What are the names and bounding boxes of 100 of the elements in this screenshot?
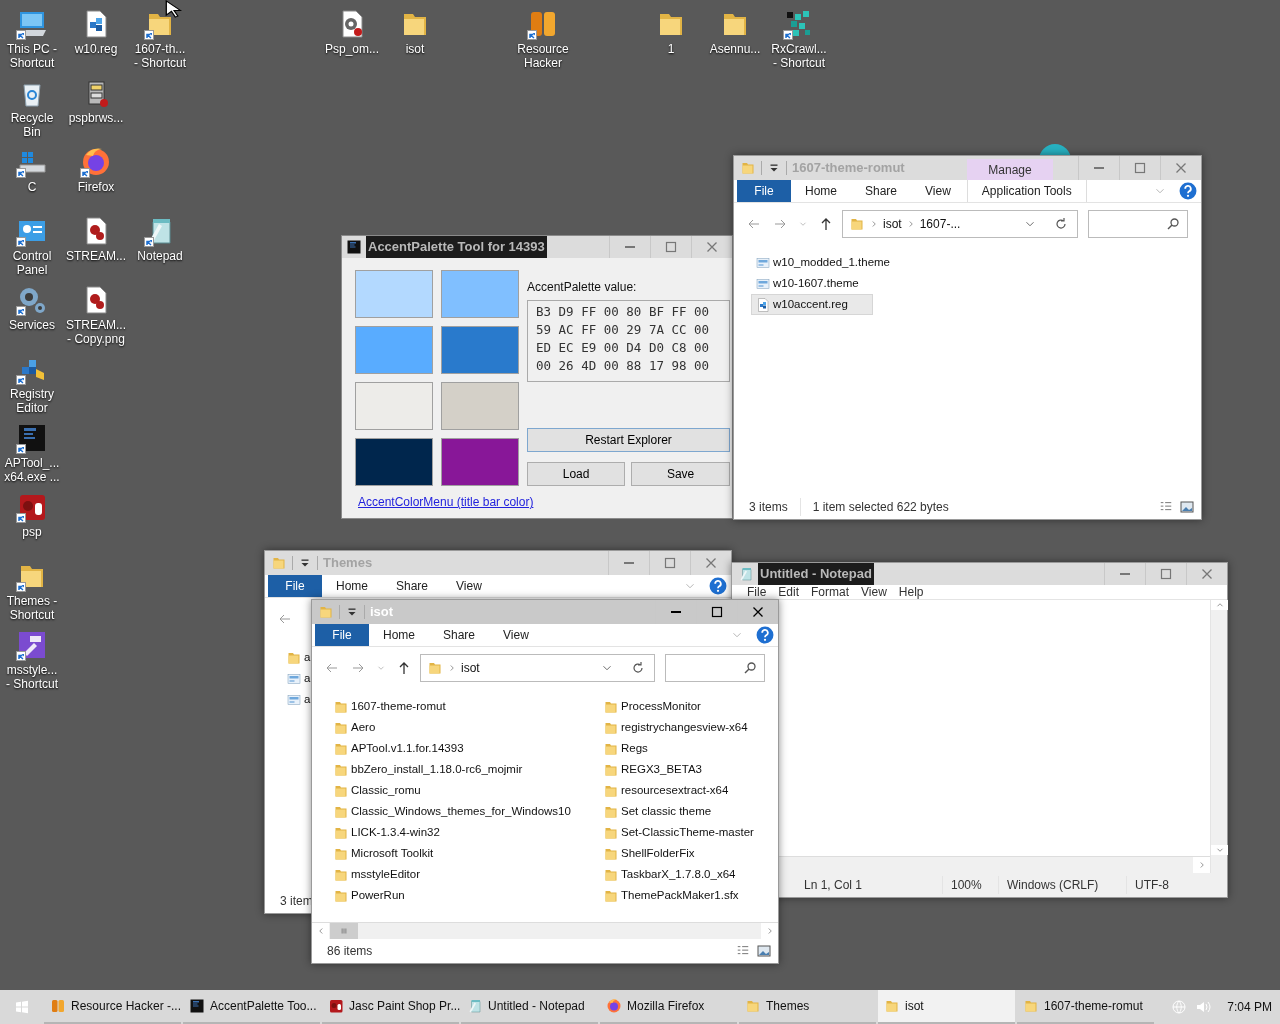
- file-name: Microsoft Toolkit: [351, 845, 434, 861]
- explorer-entry[interactable]: Microsoft Toolkit: [329, 843, 435, 864]
- explorer-entry[interactable]: w10accent.reg: [751, 294, 873, 315]
- taskbar-button[interactable]: Resource Hacker -...: [44, 990, 181, 1024]
- restart-explorer-button[interactable]: Restart Explorer: [527, 428, 730, 452]
- explorer-entry[interactable]: ProcessMonitor: [599, 696, 702, 717]
- ribbon-tab[interactable]: Share: [851, 180, 912, 202]
- explorer-entry[interactable]: a: [282, 647, 312, 668]
- file-name: LICK-1.3.4-win32: [351, 824, 440, 840]
- menu-item[interactable]: Format: [805, 585, 856, 599]
- file-name: Set-ClassicTheme-master: [621, 824, 754, 840]
- menu-item[interactable]: File: [741, 585, 773, 599]
- color-swatch[interactable]: [355, 438, 433, 486]
- menu-item[interactable]: Help: [892, 585, 930, 599]
- search-field[interactable]: [1088, 209, 1188, 238]
- taskbar-button[interactable]: Jasc Paint Shop Pr...: [322, 990, 459, 1024]
- explorer-entry[interactable]: Classic_Windows_themes_for_Windows10: [329, 801, 572, 822]
- explorer-entry[interactable]: LICK-1.3.4-win32: [329, 822, 441, 843]
- explorer-entry[interactable]: ShellFolderFix: [599, 843, 696, 864]
- search-icon: [1165, 215, 1181, 232]
- load-button[interactable]: Load: [527, 462, 626, 486]
- scroll-up-button[interactable]: [1211, 600, 1228, 610]
- file-tab[interactable]: File: [737, 180, 791, 202]
- ribbon-tab[interactable]: Share: [429, 624, 490, 646]
- file-name: 1607-theme-romut: [351, 698, 446, 714]
- thumbnails-view-icon[interactable]: [1179, 499, 1195, 515]
- save-button[interactable]: Save: [631, 462, 730, 486]
- breadcrumb[interactable]: 1607-...: [919, 214, 961, 233]
- explorer-entry[interactable]: ThemePackMaker1.sfx: [599, 885, 740, 906]
- explorer-entry[interactable]: Set-ClassicTheme-master: [599, 822, 755, 843]
- help-icon[interactable]: [709, 577, 727, 595]
- help-icon[interactable]: [1179, 182, 1197, 200]
- ribbon-tab[interactable]: Home: [322, 575, 382, 597]
- explorer-entry[interactable]: resourcesextract-x64: [599, 780, 730, 801]
- taskbar-button[interactable]: isot: [878, 990, 1015, 1024]
- value-label: AccentPalette value:: [527, 279, 638, 296]
- scrollbar-thumb[interactable]: [330, 923, 358, 939]
- explorer-entry[interactable]: REGX3_BETA3: [599, 759, 703, 780]
- menu-item[interactable]: View: [855, 585, 893, 599]
- browser-icon[interactable]: [80, 146, 112, 178]
- accent-color-menu-link[interactable]: AccentColorMenu (title bar color): [358, 495, 534, 509]
- address-bar[interactable]: isot 1607-...: [842, 209, 1078, 238]
- color-swatch[interactable]: [441, 438, 519, 486]
- color-swatch[interactable]: [441, 270, 519, 318]
- explorer-entry[interactable]: PowerRun: [329, 885, 406, 906]
- console-icon[interactable]: [16, 422, 48, 454]
- refresh-icon[interactable]: [1053, 215, 1069, 232]
- thumbnails-view-icon[interactable]: [756, 943, 772, 959]
- explorer-entry[interactable]: Regs: [599, 738, 649, 759]
- hex-value-box[interactable]: B3 D9 FF 00 80 BF FF 00 59 AC FF 00 29 7A CC 00 ED EC E9 00 D4 D0 C8 00 00 26 4D 00 88 17 98 00: [527, 300, 730, 382]
- ribbon-tab[interactable]: Application Tools: [967, 180, 1086, 202]
- menu-item[interactable]: Edit: [772, 585, 806, 599]
- explorer-entry[interactable]: a: [282, 668, 312, 689]
- color-swatch[interactable]: [441, 326, 519, 374]
- scroll-down-button[interactable]: [1211, 845, 1228, 855]
- file-name: PowerRun: [351, 887, 405, 903]
- explorer-entry[interactable]: 1607-theme-romut: [329, 696, 447, 717]
- breadcrumb[interactable]: isot: [461, 658, 480, 677]
- file-name: w10-1607.theme: [773, 275, 859, 291]
- explorer-entry[interactable]: registrychangesview-x64: [599, 717, 749, 738]
- file-tab[interactable]: File: [315, 624, 369, 646]
- color-swatch[interactable]: [441, 382, 519, 430]
- taskbar-button[interactable]: Themes: [739, 990, 876, 1024]
- taskbar-button[interactable]: 1607-theme-romut: [1017, 990, 1154, 1024]
- ribbon-tab[interactable]: View: [911, 180, 965, 202]
- explorer-entry[interactable]: TaskbarX_1.7.8.0_x64: [599, 864, 737, 885]
- explorer-entry[interactable]: a: [282, 689, 312, 710]
- explorer-entry[interactable]: Aero: [329, 717, 377, 738]
- taskbar-button[interactable]: Mozilla Firefox: [600, 990, 737, 1024]
- file-name: bbZero_install_1.18.0-rc6_mojmir: [351, 761, 523, 777]
- hammer-icon[interactable]: [16, 629, 48, 661]
- help-icon[interactable]: [756, 626, 774, 644]
- color-swatch[interactable]: [355, 270, 433, 318]
- ribbon-tab[interactable]: Share: [382, 575, 443, 597]
- ribbon-tab[interactable]: View: [489, 624, 543, 646]
- refresh-icon[interactable]: [630, 659, 646, 676]
- breadcrumb[interactable]: isot: [883, 214, 902, 233]
- explorer-entry[interactable]: msstyleEditor: [329, 864, 422, 885]
- search-field[interactable]: [665, 653, 765, 682]
- file-name: a: [304, 670, 311, 686]
- explorer-entry[interactable]: APTool.v1.1.for.14393: [329, 738, 465, 759]
- icon-label: psp: [22, 525, 42, 539]
- color-swatch[interactable]: [355, 382, 433, 430]
- minimize-icon: [624, 562, 634, 564]
- file-tab[interactable]: File: [268, 575, 322, 597]
- taskbar-button[interactable]: Untitled - Notepad: [461, 990, 598, 1024]
- explorer-entry[interactable]: Classic_romu: [329, 780, 422, 801]
- explorer-entry[interactable]: Set classic theme: [599, 801, 713, 822]
- color-swatch[interactable]: [355, 326, 433, 374]
- taskbar-button[interactable]: AccentPalette Too...: [183, 990, 320, 1024]
- explorer-entry[interactable]: bbZero_install_1.18.0-rc6_mojmir: [329, 759, 524, 780]
- ribbon-tab[interactable]: Home: [369, 624, 429, 646]
- explorer-entry[interactable]: w10-1607.theme: [751, 273, 860, 294]
- explorer-entry[interactable]: w10_modded_1.theme: [751, 252, 891, 273]
- icon-label: pspbrws...: [68, 111, 124, 125]
- folder-icon: [745, 998, 761, 1014]
- clock[interactable]: 7:04 PM: [1219, 998, 1280, 1016]
- address-bar[interactable]: isot: [420, 653, 655, 682]
- ribbon-tab[interactable]: View: [442, 575, 496, 597]
- ribbon-tab[interactable]: Home: [791, 180, 851, 202]
